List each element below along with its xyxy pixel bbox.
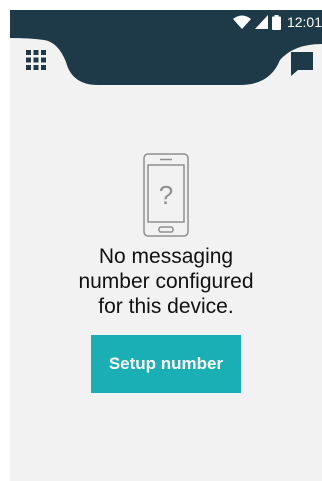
status-time: 12:01	[286, 14, 322, 30]
empty-state: ? No messaging number configured for thi…	[10, 150, 322, 393]
apps-menu-button[interactable]	[18, 42, 54, 78]
chat-bubble-icon	[291, 52, 313, 76]
app-bar	[10, 34, 322, 86]
app-screen: 12:01 ? No messaging number configured f…	[10, 10, 322, 481]
app-bar-background	[10, 34, 322, 85]
status-bar: 12:01	[10, 10, 322, 34]
phone-question-icon: ?	[143, 153, 189, 237]
wifi-icon	[232, 15, 251, 29]
battery-icon	[271, 14, 281, 30]
status-icons: 12:01	[232, 10, 322, 34]
messages-button[interactable]	[282, 46, 322, 82]
svg-text:?: ?	[159, 180, 173, 210]
apps-grid-icon	[26, 50, 46, 70]
setup-number-button[interactable]: Setup number	[91, 335, 241, 393]
cellular-signal-icon	[254, 15, 268, 29]
empty-state-message: No messaging number configured for this …	[78, 245, 254, 318]
